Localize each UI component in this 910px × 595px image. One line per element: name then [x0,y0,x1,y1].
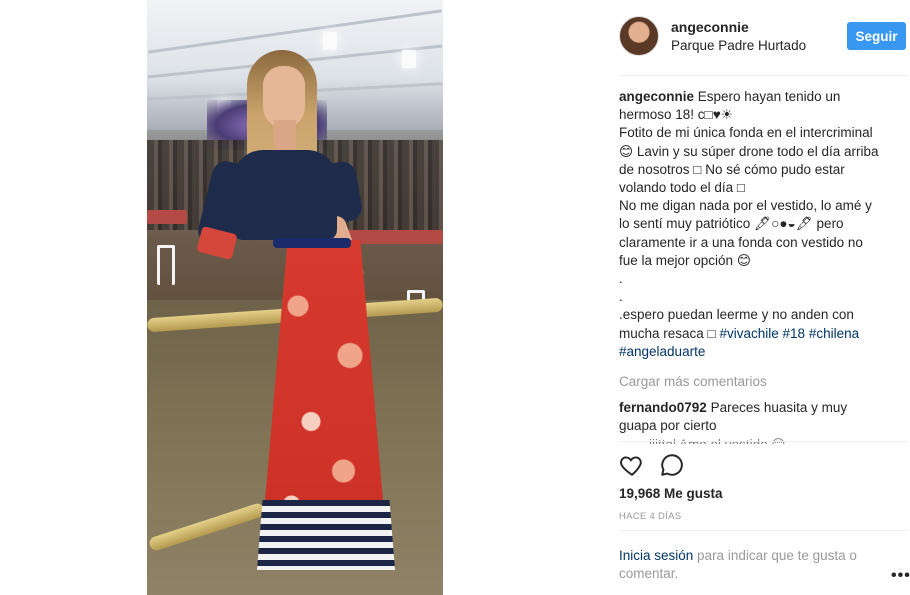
divider [619,441,907,442]
more-options-icon[interactable]: ••• [891,567,910,585]
caption-text: 😊 Lavin y su súper drone todo el día arr… [619,143,879,159]
caption-text: . [619,289,623,305]
woman-face [263,66,305,128]
comment-partial: ____iiittal Amo el vestido 😊 [619,436,901,444]
divider [619,75,907,76]
striped-hem [257,500,395,570]
caption-text: lo sentí muy patriótico 🖋○●◒🖋 pero [619,216,844,232]
hashtag-link[interactable]: #angeladuarte [619,344,705,359]
comment: fernando0792 Pareces huasita y muy guapa… [619,399,901,435]
login-prompt: Inicia sesión para indicar que te gusta … [619,547,869,583]
caption-text: claramente ir a una fonda con vestido no [619,234,863,250]
caption-text: .espero puedan leerme y no anden con [619,307,854,323]
post-header: angeconnie Parque Padre Hurtado Seguir [619,16,907,58]
login-link[interactable]: Inicia sesión [619,548,693,563]
caption-text: de nosotros □ No sé cómo pudo estar [619,161,845,177]
avatar[interactable] [619,16,659,56]
follow-button[interactable]: Seguir [847,22,906,50]
caption-text: volando todo el día □ [619,180,745,196]
heart-icon[interactable] [619,452,645,478]
divider [619,530,907,531]
caption-text: fue la mejor opción 😊 [619,252,751,268]
post-actions [619,452,907,478]
caption-text: Espero hayan tenido un [697,89,841,104]
hashtag-link[interactable]: #18 [783,326,806,341]
comment-username[interactable]: fernando0792 [619,400,707,415]
caption-username[interactable]: angeconnie [619,89,694,104]
header-username[interactable]: angeconnie [671,19,749,35]
hashtag-link[interactable]: #chilena [809,326,859,341]
navy-top [233,150,337,240]
comment-text: guapa por cierto [619,418,717,434]
post-photo[interactable] [147,0,443,595]
post-timestamp[interactable]: HACE 4 DÍAS [619,511,681,522]
comment-icon[interactable] [659,452,685,478]
caption-text: Fotito de mi única fonda en el intercrim… [619,125,873,141]
load-more-comments-link[interactable]: Cargar más comentarios [619,373,901,391]
caption-text: hermoso 18! c□♥☀ [619,107,733,123]
caption-text: mucha resaca □ [619,325,716,341]
hashtag-link[interactable]: #vivachile [719,326,778,341]
caption-text: . [619,271,623,287]
navy-belt [273,238,351,248]
location-link[interactable]: Parque Padre Hurtado [671,38,806,53]
likes-count[interactable]: 19,968 Me gusta [619,486,723,501]
caption-text: No me digan nada por el vestido, lo amé … [619,198,872,214]
comments-section: angeconnie Espero hayan tenido un hermos… [619,88,901,444]
comment-text: Pareces huasita y muy [710,400,848,416]
